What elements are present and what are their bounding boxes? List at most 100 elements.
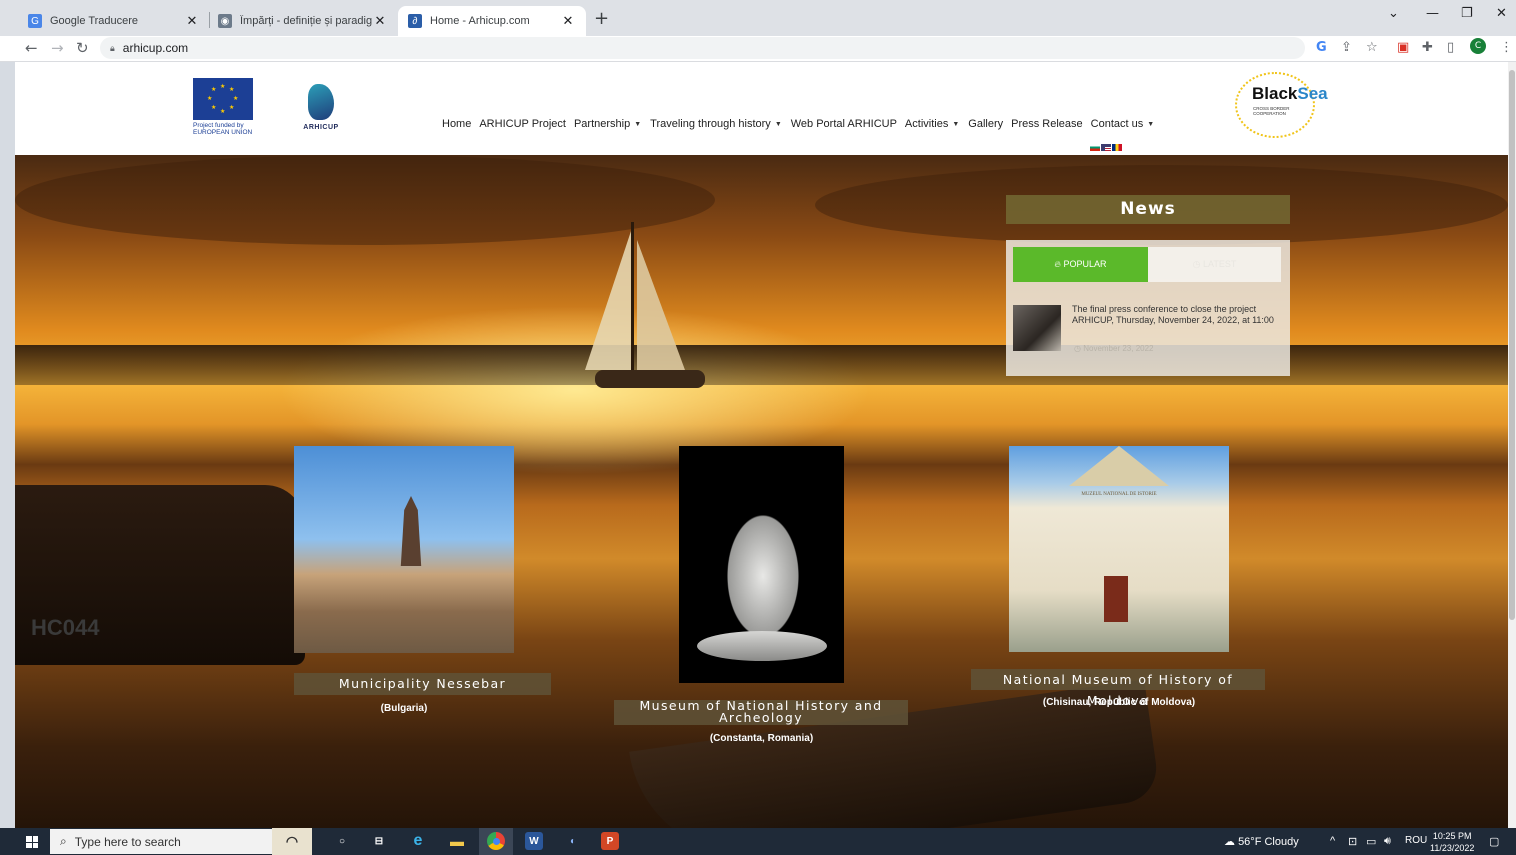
card-subtitle-nessebar: (Bulgaria) — [380, 703, 428, 714]
forward-arrow-icon[interactable]: → — [51, 39, 64, 57]
museum-sign: MUZEUL NATIONAL DE ISTORIE — [1081, 492, 1157, 497]
window-close-icon[interactable]: ✕ — [1496, 6, 1507, 21]
taskbar-clock[interactable]: 10:25 PM 11/23/2022 — [1430, 830, 1474, 854]
statue-base-shape — [697, 631, 827, 661]
search-icon: ⌕ — [60, 834, 67, 848]
file-explorer-icon[interactable]: ▬ — [448, 832, 466, 850]
reload-icon[interactable]: ↻ — [76, 39, 89, 57]
blacksea-logo-text: BlackSea — [1252, 84, 1328, 103]
tray-monitor-icon[interactable]: ▭ — [1366, 835, 1376, 848]
weather-widget[interactable]: ☁ 56°F Cloudy — [1224, 835, 1299, 848]
scrollbar-thumb[interactable] — [1509, 70, 1515, 620]
nav-press-release[interactable]: Press Release — [1011, 118, 1083, 130]
close-icon[interactable]: ✕ — [560, 13, 576, 29]
tab-google-traducere[interactable]: G Google Traducere ✕ — [18, 6, 210, 36]
minimize-icon[interactable]: — — [1426, 6, 1439, 21]
nav-home[interactable]: Home — [442, 118, 471, 130]
address-bar[interactable]: 🔒︎ arhicup.com — [100, 37, 1305, 59]
card-title-nessebar[interactable]: Municipality Nessebar — [294, 673, 551, 695]
edge-icon[interactable]: e — [409, 832, 427, 850]
card-subtitle-museum-constanta: (Constanta, Romania) — [709, 733, 814, 744]
browser-toolbar: ← → ↻ 🔒︎ arhicup.com G ⇪ ☆ ▣ ✚ ▯ C ⋮ — [0, 36, 1516, 62]
language-flags — [1090, 144, 1122, 151]
browser-tabstrip: G Google Traducere ✕ ◉ Împărți - definiț… — [0, 0, 1516, 36]
eu-logo[interactable]: ★ ★ ★ ★ ★ ★ ★ ★ Project funded by EUROPEAN UN… — [193, 78, 253, 136]
arhicup-logo[interactable]: ARHICUP — [297, 84, 345, 134]
profile-avatar-icon[interactable]: C — [1470, 38, 1486, 54]
sailboat-shape — [585, 222, 705, 388]
remote-desktop-icon[interactable]: ◐ — [564, 832, 582, 850]
caret-down-icon[interactable]: ▼ — [634, 121, 641, 128]
network-icon[interactable]: ⊡ — [1348, 835, 1357, 848]
windows-start-icon[interactable] — [26, 836, 38, 848]
clock-time: 10:25 PM — [1432, 831, 1472, 841]
caret-down-icon[interactable]: ▼ — [1147, 121, 1154, 128]
blacksea-logo[interactable]: BlackSea CROSS BORDER COOPERATION — [1235, 72, 1335, 138]
news-tab-latest[interactable]: ◷ LATEST — [1148, 247, 1281, 282]
cortana-icon[interactable]: ○ — [333, 832, 351, 850]
card-image-nessebar[interactable] — [294, 446, 514, 653]
site-header: ★ ★ ★ ★ ★ ★ ★ ★ Project funded by EUROPEAN UN… — [15, 62, 1508, 155]
blacksea-logo-sub: CROSS BORDER COOPERATION — [1253, 106, 1290, 116]
tab-imparti[interactable]: ◉ Împărți - definiție și paradigmă | ✕ — [208, 6, 398, 36]
nav-activities[interactable]: Activities — [905, 118, 948, 130]
card-title-museum-constanta[interactable]: Museum of National History and Archeolog… — [614, 699, 908, 725]
caret-down-icon[interactable]: ▼ — [952, 121, 959, 128]
arhicup-favicon-icon: ∂ — [408, 14, 422, 28]
main-navigation: Home ARHICUP Project Partnership ▼ Travel… — [442, 118, 1157, 130]
language-indicator[interactable]: ROU — [1405, 835, 1427, 846]
card-image-snake-statue[interactable] — [679, 446, 844, 683]
taskbar-search-box[interactable]: ⌕ Type here to search — [50, 829, 272, 854]
task-view-icon[interactable]: ⊟ — [370, 832, 388, 850]
nav-traveling-through-history[interactable]: Traveling through history — [650, 118, 771, 130]
close-icon[interactable]: ✕ — [184, 13, 200, 29]
search-highlight-icon[interactable]: ◠ — [272, 828, 312, 855]
nav-gallery[interactable]: Gallery — [968, 118, 1003, 130]
tab-search-chevron-icon[interactable]: ⌄ — [1388, 6, 1399, 21]
web-page: ★ ★ ★ ★ ★ ★ ★ ★ Project funded by EUROPEAN UN… — [15, 62, 1508, 828]
arhicup-logo-text: ARHICUP — [303, 124, 339, 131]
share-icon[interactable]: ⇪ — [1341, 40, 1352, 55]
caret-down-icon[interactable]: ▼ — [775, 121, 782, 128]
tray-chevron-up-icon[interactable]: ^ — [1330, 835, 1335, 847]
tab-arhicup[interactable]: ∂ Home - Arhicup.com ✕ — [398, 6, 586, 36]
cloud-icon: ☁ — [1224, 836, 1235, 848]
eu-flag-icon: ★ ★ ★ ★ ★ ★ ★ ★ — [193, 78, 253, 120]
restore-icon[interactable]: ❐ — [1461, 6, 1473, 21]
eu-logo-text: Project funded by EUROPEAN UNION — [193, 122, 253, 136]
flag-romania-icon[interactable] — [1112, 144, 1122, 151]
news-headline-link[interactable]: The final press conference to close the … — [1072, 304, 1284, 326]
site-favicon-icon: ◉ — [218, 14, 232, 28]
flag-usa-icon[interactable] — [1101, 144, 1111, 151]
side-panel-icon[interactable]: ▯ — [1447, 40, 1454, 55]
news-widget: 🔥︎ POPULAR ◷ LATEST The final press conf… — [1006, 240, 1290, 376]
extensions-puzzle-icon[interactable]: ✚ — [1422, 40, 1433, 55]
clock-icon: ◷ — [1074, 344, 1081, 353]
flag-bulgaria-icon[interactable] — [1090, 144, 1100, 151]
volume-icon[interactable]: 🔊︎ — [1384, 835, 1391, 848]
google-translate-icon: G — [28, 14, 42, 28]
nav-partnership[interactable]: Partnership — [574, 118, 630, 130]
news-thumbnail[interactable] — [1013, 305, 1061, 351]
flame-icon: 🔥︎ — [1054, 259, 1062, 269]
chrome-icon[interactable] — [487, 832, 505, 850]
nav-arhicup-project[interactable]: ARHICUP Project — [479, 118, 566, 130]
google-lens-icon[interactable]: G — [1316, 40, 1327, 55]
card-title-moldova-museum[interactable]: National Museum of History of Moldova — [971, 669, 1265, 708]
kebab-menu-icon[interactable]: ⋮ — [1500, 40, 1513, 55]
new-tab-plus-icon[interactable]: + — [594, 8, 609, 29]
close-icon[interactable]: ✕ — [372, 13, 388, 29]
powerpoint-icon[interactable]: P — [601, 832, 619, 850]
card-image-moldova-museum[interactable]: MUZEUL NATIONAL DE ISTORIE — [1009, 446, 1229, 652]
nav-contact-us[interactable]: Contact us — [1091, 118, 1144, 130]
pdf-extension-icon[interactable]: ▣ — [1397, 40, 1409, 55]
page-scrollbar[interactable] — [1508, 62, 1516, 828]
nav-web-portal[interactable]: Web Portal ARHICUP — [791, 118, 897, 130]
museum-roof-shape — [1069, 446, 1169, 486]
word-icon[interactable]: W — [525, 832, 543, 850]
bookmark-star-icon[interactable]: ☆ — [1366, 40, 1378, 55]
back-arrow-icon[interactable]: ← — [25, 39, 38, 57]
museum-door-shape — [1104, 576, 1128, 622]
news-tab-popular[interactable]: 🔥︎ POPULAR — [1013, 247, 1148, 282]
notifications-icon[interactable]: ▢ — [1489, 835, 1499, 848]
